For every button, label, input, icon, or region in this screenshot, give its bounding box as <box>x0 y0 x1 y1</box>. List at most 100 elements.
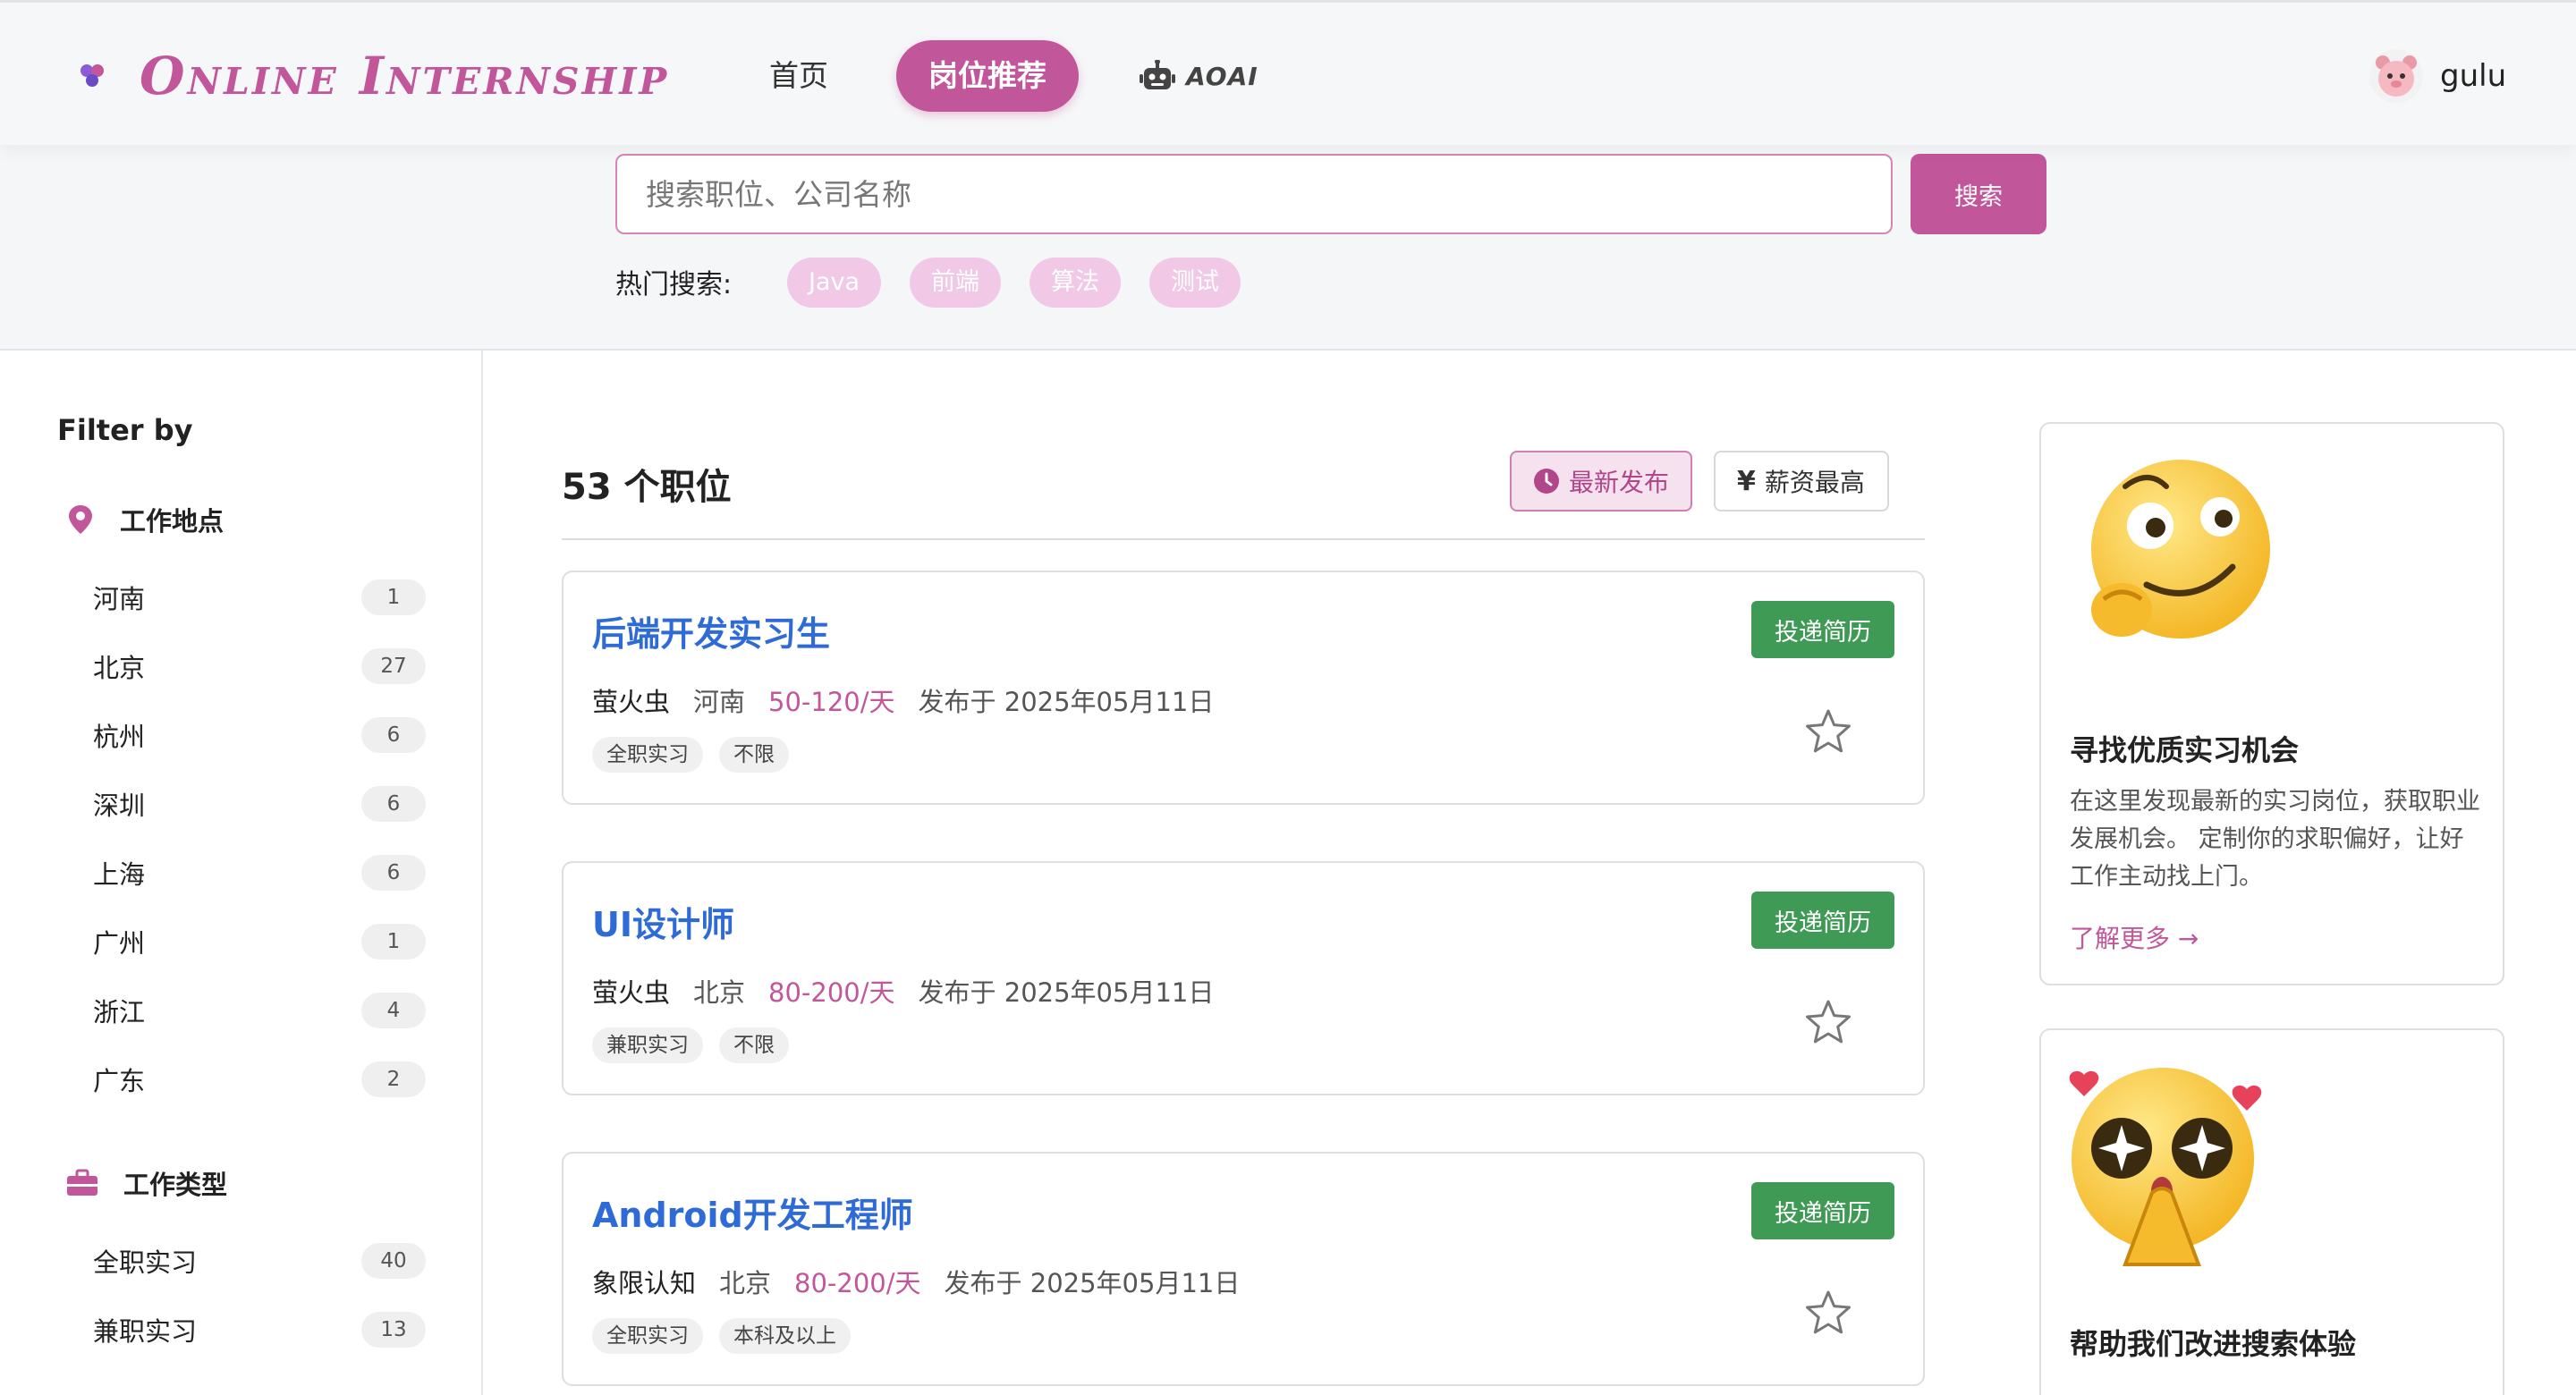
filter-item-count: 1 <box>361 924 426 960</box>
sort-pay-button[interactable]: ¥ 薪资最高 <box>1714 451 1889 512</box>
job-date: 发布于 2025年05月11日 <box>944 1268 1241 1298</box>
nav-home-link[interactable]: 首页 <box>769 49 828 103</box>
job-count: 53 个职位 <box>562 467 732 508</box>
job-salary: 80-200/天 <box>794 1268 921 1298</box>
nav-ai-link[interactable]: AOAI <box>1140 49 1258 103</box>
list-divider <box>562 538 1925 540</box>
star-icon[interactable] <box>1805 708 1852 755</box>
filter-item-label: 河南 <box>93 584 146 614</box>
job-meta: 萤火虫 河南 50-120/天 发布于 2025年05月11日 <box>592 681 1214 719</box>
job-tag: 全职实习 <box>592 737 703 773</box>
job-tags: 全职实习 不限 <box>592 737 789 773</box>
filter-sidebar: Filter by 工作地点 河南 1 北京 27 杭州 6 深圳 6 上海 6… <box>0 351 483 1395</box>
sort-pay-label: 薪资最高 <box>1764 468 1865 497</box>
robot-icon <box>1140 60 1175 89</box>
promo-card: 帮助我们改进搜索体验 <box>2039 1028 2504 1395</box>
filter-item-guangdong[interactable]: 广东 2 <box>93 1061 426 1097</box>
job-salary: 80-200/天 <box>768 977 895 1008</box>
clock-icon <box>1534 469 1559 494</box>
location-filter-label: 工作地点 <box>120 506 225 537</box>
job-meta: 象限认知 北京 80-200/天 发布于 2025年05月11日 <box>592 1263 1240 1300</box>
job-title[interactable]: Android开发工程师 <box>592 1188 913 1237</box>
filter-item-label: 杭州 <box>93 722 146 752</box>
filter-item-shanghai[interactable]: 上海 6 <box>93 855 426 891</box>
job-tag: 不限 <box>719 1027 789 1063</box>
job-title[interactable]: UI设计师 <box>592 897 734 946</box>
filter-item-count: 13 <box>361 1312 426 1348</box>
type-filter-header: 工作类型 <box>66 1164 227 1202</box>
filter-item-label: 北京 <box>93 653 146 683</box>
hot-tag-java[interactable]: Java <box>787 258 882 308</box>
apply-button[interactable]: 投递简历 <box>1751 892 1894 949</box>
job-tags: 全职实习 本科及以上 <box>592 1318 851 1354</box>
search-section: 搜索 热门搜索: Java 前端 算法 测试 <box>0 145 2576 351</box>
yen-icon: ¥ <box>1737 465 1756 497</box>
user-menu[interactable]: gulu <box>2368 49 2506 103</box>
thinking-emoji-icon <box>2091 460 2270 638</box>
hot-tag-frontend[interactable]: 前端 <box>910 258 1002 308</box>
star-icon[interactable] <box>1805 1289 1852 1336</box>
job-tag: 全职实习 <box>592 1318 703 1354</box>
sort-newest-button[interactable]: 最新发布 <box>1510 451 1692 512</box>
job-city: 河南 <box>693 687 746 717</box>
filter-item-count: 6 <box>361 717 426 753</box>
apply-button[interactable]: 投递简历 <box>1751 1182 1894 1239</box>
logo-icon[interactable] <box>77 60 107 90</box>
filter-item-hangzhou[interactable]: 杭州 6 <box>93 717 426 753</box>
job-tag: 本科及以上 <box>719 1318 851 1354</box>
filter-item-count: 1 <box>361 579 426 615</box>
starry-eyes-emoji-icon <box>2069 1068 2262 1266</box>
job-city: 北京 <box>719 1268 772 1298</box>
job-card[interactable]: 后端开发实习生 萤火虫 河南 50-120/天 发布于 2025年05月11日 … <box>562 571 1925 805</box>
nav-jobs-tab[interactable]: 岗位推荐 <box>896 40 1079 112</box>
filter-item-label: 全职实习 <box>93 1247 198 1278</box>
hot-tag-algorithm[interactable]: 算法 <box>1030 258 1122 308</box>
job-tags: 兼职实习 不限 <box>592 1027 789 1063</box>
search-button[interactable]: 搜索 <box>1911 154 2046 234</box>
job-card[interactable]: Android开发工程师 象限认知 北京 80-200/天 发布于 2025年0… <box>562 1152 1925 1386</box>
filter-item-label: 广州 <box>93 928 146 959</box>
filter-item-zhejiang[interactable]: 浙江 4 <box>93 993 426 1028</box>
learn-more-link[interactable]: 了解更多 → <box>2070 919 2199 955</box>
filter-item-shenzhen[interactable]: 深圳 6 <box>93 786 426 822</box>
apply-button[interactable]: 投递简历 <box>1751 601 1894 658</box>
location-filter-header: 工作地点 <box>66 501 224 538</box>
filter-item-henan[interactable]: 河南 1 <box>93 579 426 615</box>
filter-item-label: 兼职实习 <box>93 1316 198 1347</box>
nav-ai-label: AOAI <box>1186 61 1258 91</box>
promo-title: 寻找优质实习机会 <box>2070 733 2300 767</box>
filter-item-count: 2 <box>361 1061 426 1097</box>
job-title[interactable]: 后端开发实习生 <box>592 606 830 655</box>
sort-newest-label: 最新发布 <box>1569 468 1670 497</box>
job-meta: 萤火虫 北京 80-200/天 发布于 2025年05月11日 <box>592 972 1214 1010</box>
filter-title: Filter by <box>57 413 193 447</box>
hot-search-tags: Java 前端 算法 测试 <box>787 258 1241 308</box>
filter-item-parttime[interactable]: 兼职实习 13 <box>93 1312 426 1348</box>
job-company: 象限认知 <box>592 1268 697 1298</box>
filter-item-count: 4 <box>361 993 426 1028</box>
avatar <box>2369 49 2423 103</box>
job-company: 萤火虫 <box>592 687 671 717</box>
brand-title[interactable]: Online Internship <box>140 40 669 112</box>
filter-item-count: 6 <box>361 786 426 822</box>
job-card[interactable]: UI设计师 萤火虫 北京 80-200/天 发布于 2025年05月11日 兼职… <box>562 861 1925 1095</box>
filter-item-label: 深圳 <box>93 790 146 821</box>
filter-item-beijing[interactable]: 北京 27 <box>93 648 426 684</box>
user-name: gulu <box>2440 58 2507 94</box>
job-tag: 兼职实习 <box>592 1027 703 1063</box>
filter-item-guangzhou[interactable]: 广州 1 <box>93 924 426 960</box>
search-input[interactable] <box>615 154 1893 234</box>
job-tag: 不限 <box>719 737 789 773</box>
filter-item-count: 40 <box>361 1243 426 1279</box>
filter-item-fulltime[interactable]: 全职实习 40 <box>93 1243 426 1279</box>
map-pin-icon <box>69 505 92 534</box>
filter-item-count: 6 <box>361 855 426 891</box>
job-date: 发布于 2025年05月11日 <box>918 687 1215 717</box>
briefcase-icon <box>67 1169 97 1196</box>
job-salary: 50-120/天 <box>768 687 895 717</box>
filter-item-label: 广东 <box>93 1066 146 1096</box>
filter-item-label: 上海 <box>93 859 146 890</box>
job-date: 发布于 2025年05月11日 <box>918 977 1215 1008</box>
star-icon[interactable] <box>1805 999 1852 1045</box>
hot-tag-testing[interactable]: 测试 <box>1149 258 1241 308</box>
